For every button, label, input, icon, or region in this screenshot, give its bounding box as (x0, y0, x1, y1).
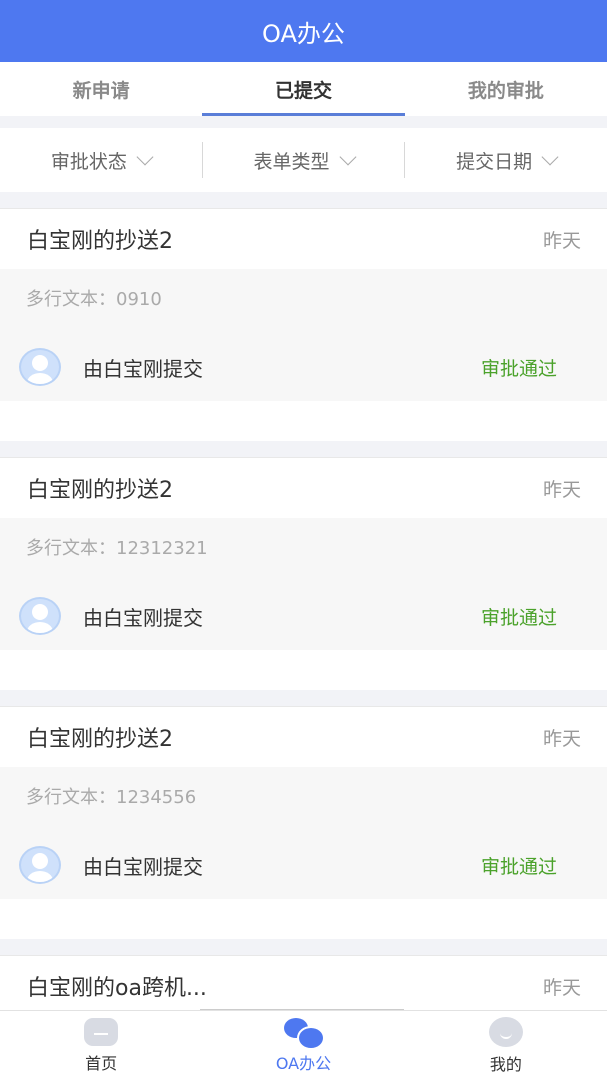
home-icon (84, 1017, 119, 1046)
filter-form-type[interactable]: 表单类型 (201, 142, 405, 178)
nav-profile[interactable]: 我的 (405, 1011, 607, 1080)
bottom-nav: 首页 OA办公 我的 (0, 1010, 607, 1080)
item-title: 白宝刚的oa跨机... (27, 976, 207, 1001)
nav-label: 首页 (85, 1053, 118, 1073)
item-description: 多行文本：12312321 (26, 538, 208, 559)
avatar (19, 348, 61, 386)
item-time: 昨天 (542, 727, 581, 750)
chevron-down-icon (339, 148, 357, 166)
filter-approval-status[interactable]: 审批状态 (0, 147, 202, 174)
chevron-down-icon (136, 148, 154, 166)
filter-label: 提交日期 (456, 150, 533, 173)
filter-submit-date[interactable]: 提交日期 (404, 142, 607, 178)
item-title: 白宝刚的抄送2 (27, 727, 173, 752)
list-item[interactable]: 白宝刚的抄送2 昨天 多行文本：12312321 由白宝刚提交 审批通过 (0, 457, 607, 690)
chat-icon (283, 1017, 326, 1050)
list-item[interactable]: 白宝刚的抄送2 昨天 多行文本：1234556 由白宝刚提交 审批通过 (0, 706, 607, 939)
filter-label: 表单类型 (253, 150, 330, 173)
list-item[interactable]: 白宝刚的抄送2 昨天 多行文本：0910 由白宝刚提交 审批通过 (0, 208, 607, 441)
status-badge: 审批通过 (480, 606, 557, 629)
avatar (19, 597, 61, 635)
item-submitter: 由白宝刚提交 (83, 605, 203, 630)
item-description: 多行文本：0910 (26, 289, 162, 310)
chevron-down-icon (541, 148, 559, 166)
nav-oa[interactable]: OA办公 (202, 1011, 404, 1080)
item-title: 白宝刚的抄送2 (27, 478, 173, 503)
nav-label: OA办公 (275, 1053, 332, 1073)
profile-icon (488, 1016, 523, 1047)
status-badge: 审批通过 (480, 855, 557, 878)
item-time: 昨天 (542, 976, 581, 999)
avatar (19, 846, 61, 884)
item-description: 多行文本：1234556 (26, 787, 197, 808)
item-title: 白宝刚的抄送2 (27, 229, 173, 254)
page-title: OA办公 (262, 19, 345, 48)
tab-submitted[interactable]: 已提交 (202, 62, 405, 116)
item-submitter: 由白宝刚提交 (83, 356, 203, 381)
tab-my-approvals[interactable]: 我的审批 (405, 62, 607, 116)
filter-label: 审批状态 (50, 150, 127, 173)
nav-label: 我的 (489, 1054, 522, 1074)
item-submitter: 由白宝刚提交 (83, 854, 203, 879)
tab-new-application[interactable]: 新申请 (0, 62, 202, 116)
app-header: OA办公 (0, 0, 607, 62)
filter-bar: 审批状态 表单类型 提交日期 (0, 128, 607, 192)
item-time: 昨天 (542, 478, 581, 501)
nav-home[interactable]: 首页 (0, 1011, 202, 1080)
application-list: 白宝刚的抄送2 昨天 多行文本：0910 由白宝刚提交 审批通过 白宝刚的抄送2… (0, 208, 607, 1041)
tab-bar: 新申请 已提交 我的审批 (0, 62, 607, 116)
status-badge: 审批通过 (480, 357, 557, 380)
item-time: 昨天 (542, 229, 581, 252)
